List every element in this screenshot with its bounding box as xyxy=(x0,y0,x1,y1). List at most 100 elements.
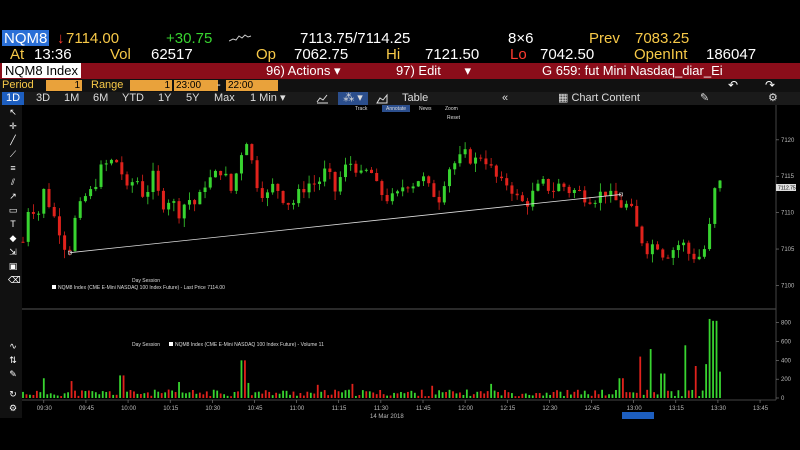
volume-bar xyxy=(233,392,236,398)
volume-bar xyxy=(119,375,121,398)
volume-bar xyxy=(517,396,520,398)
price-tick-label: 7105 xyxy=(781,247,795,253)
candle-body xyxy=(156,170,160,191)
volume-bar xyxy=(535,393,538,398)
volume-bar xyxy=(237,391,239,398)
time-tick-label: 10:00 xyxy=(121,406,137,412)
volume-bar xyxy=(649,349,652,398)
volume-bar xyxy=(424,396,427,398)
track-control[interactable]: Track xyxy=(355,106,368,112)
price-tick-label: 7100 xyxy=(781,283,795,289)
candle-body xyxy=(219,170,223,176)
candle-body xyxy=(57,216,61,236)
candle-body xyxy=(239,155,243,174)
volume-bar xyxy=(476,391,479,398)
candle-body xyxy=(104,163,108,165)
volume-bar xyxy=(302,395,305,398)
candle-body xyxy=(73,217,77,251)
volume-bar xyxy=(219,393,222,398)
candle-body xyxy=(271,183,275,193)
trendline[interactable] xyxy=(69,194,622,254)
volume-bar xyxy=(257,391,260,398)
volume-bar xyxy=(122,375,125,398)
reset-control[interactable]: Reset xyxy=(447,115,461,121)
volume-bar xyxy=(185,393,187,398)
volume-bar xyxy=(417,395,420,398)
candle-body xyxy=(182,204,186,219)
volume-bar xyxy=(462,394,465,398)
candle-body xyxy=(484,158,488,165)
volume-bar xyxy=(403,393,406,398)
volume-bar xyxy=(705,364,708,398)
candle-body xyxy=(333,171,337,192)
candle-body xyxy=(37,213,41,215)
candle-body xyxy=(359,170,363,173)
time-tick-label: 12:00 xyxy=(458,406,474,412)
volume-bar xyxy=(677,390,680,398)
volume-bar xyxy=(576,389,579,398)
candle-body xyxy=(427,176,431,184)
zoom-control[interactable]: Zoom xyxy=(445,106,458,112)
volume-bar xyxy=(247,382,250,398)
candle-body xyxy=(505,178,509,186)
volume-bar xyxy=(226,395,229,398)
candle-body xyxy=(172,201,176,203)
volume-bar xyxy=(660,373,662,398)
time-tick-label: 10:30 xyxy=(205,406,221,412)
news-control[interactable]: News xyxy=(419,106,432,112)
volume-bar xyxy=(133,391,135,398)
volume-bar xyxy=(615,389,617,398)
trendline-layer[interactable] xyxy=(68,192,623,255)
volume-bar xyxy=(438,390,441,398)
candle-body xyxy=(567,186,571,194)
volume-bar xyxy=(691,389,694,398)
volume-bar xyxy=(150,395,153,398)
annotate-control[interactable]: Annotate xyxy=(386,106,406,112)
candle-body xyxy=(494,165,498,177)
volume-bar xyxy=(545,392,548,398)
volume-bar xyxy=(160,393,163,398)
volume-bar xyxy=(601,389,603,398)
volume-bar xyxy=(573,391,576,398)
volume-bar xyxy=(698,396,701,398)
time-tick-label: 11:45 xyxy=(416,406,431,412)
candle-body xyxy=(47,188,51,207)
candle-body xyxy=(562,183,566,187)
candle-body xyxy=(94,186,98,190)
volume-bar xyxy=(687,390,690,398)
candle-body xyxy=(578,189,582,191)
volume-bar xyxy=(320,391,323,398)
volume-bar xyxy=(216,390,219,398)
volume-bar xyxy=(459,392,461,398)
date-label: 14 Mar 2018 xyxy=(370,414,404,420)
volume-bar xyxy=(198,392,201,398)
volume-bar xyxy=(202,394,205,398)
candle-body xyxy=(442,186,446,203)
volume-bar xyxy=(39,392,42,398)
volume-bar xyxy=(330,394,333,398)
volume-bar xyxy=(386,395,389,398)
volume-bar xyxy=(35,390,38,398)
volume-bar xyxy=(46,394,49,398)
time-tick-label: 13:30 xyxy=(711,406,727,412)
candle-body xyxy=(422,176,426,182)
price-chart[interactable]: 7100 7105 7110 7115 7120 0 200 400 600 800 09:30… xyxy=(0,0,800,450)
candle-body xyxy=(630,203,634,206)
volume-bar xyxy=(98,394,101,398)
volume-bar xyxy=(483,393,486,398)
candle-body xyxy=(666,257,670,259)
price-legend: NQM8 Index (CME E-Mini NASDAQ 100 Index … xyxy=(58,285,225,291)
volume-bar xyxy=(452,391,454,398)
volume-bar xyxy=(309,392,312,398)
candle-body xyxy=(89,189,93,197)
volume-bar xyxy=(448,389,451,398)
candle-body xyxy=(593,202,597,204)
volume-tick-label: 400 xyxy=(781,358,792,364)
volume-bar xyxy=(694,366,697,398)
time-tick-label: 13:45 xyxy=(753,406,769,412)
volume-bar xyxy=(511,393,513,398)
candle-body xyxy=(552,190,556,192)
volume-bar xyxy=(521,393,524,398)
candle-body xyxy=(708,223,712,250)
candle-body xyxy=(21,241,25,243)
